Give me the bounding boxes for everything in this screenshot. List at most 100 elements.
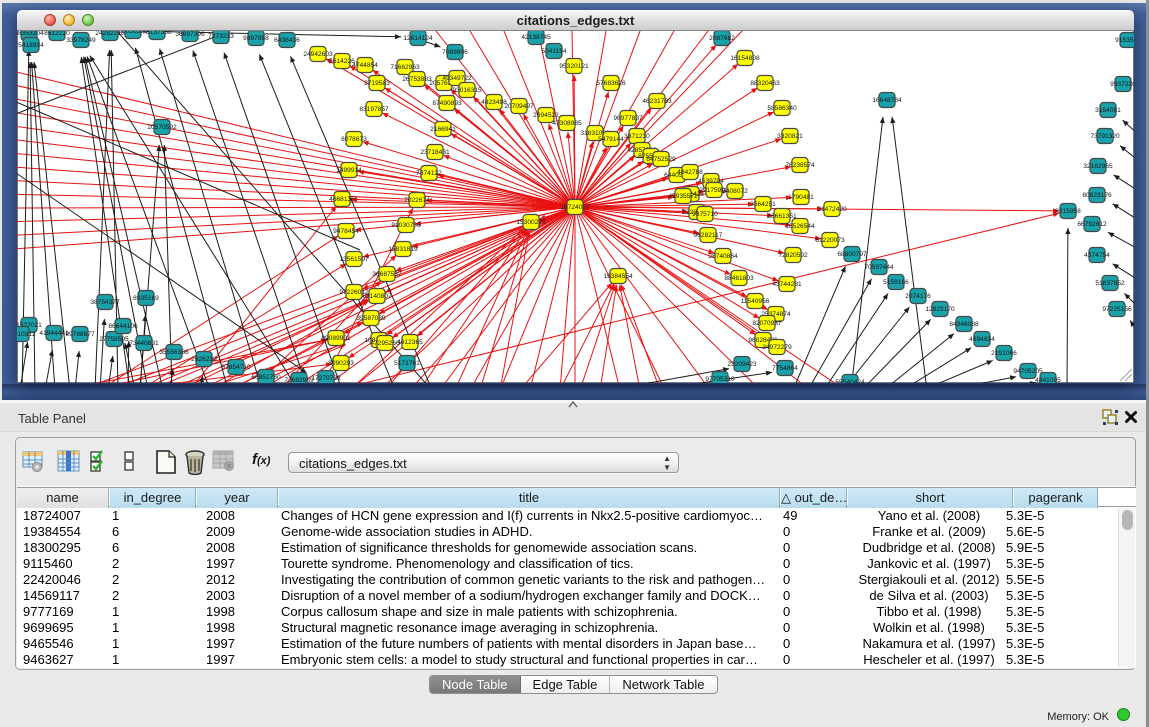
svg-text:8078673: 8078673 — [341, 136, 367, 143]
svg-text:84752529: 84752529 — [646, 156, 676, 163]
svg-text:7273233: 7273233 — [208, 33, 234, 40]
svg-text:31472420: 31472420 — [817, 206, 847, 213]
svg-text:16648784: 16648784 — [872, 97, 902, 104]
svg-text:16154808: 16154808 — [730, 55, 760, 62]
svg-text:23718431: 23718431 — [420, 149, 450, 156]
svg-text:11540956: 11540956 — [741, 298, 770, 305]
svg-text:72820592: 72820592 — [778, 252, 808, 259]
svg-text:88320463: 88320463 — [750, 80, 780, 87]
svg-text:27758595: 27758595 — [99, 336, 129, 343]
svg-text:9375710: 9375710 — [692, 211, 718, 218]
svg-text:87490893: 87490893 — [432, 100, 462, 107]
svg-text:8935169: 8935169 — [133, 295, 159, 302]
svg-text:2087682: 2087682 — [709, 35, 735, 42]
svg-text:4841005: 4841005 — [1035, 377, 1061, 383]
svg-text:4612365: 4612365 — [397, 339, 423, 346]
svg-text:2694522: 2694522 — [533, 112, 559, 119]
svg-text:4668136: 4668136 — [329, 196, 355, 203]
svg-text:57683626: 57683626 — [596, 80, 626, 87]
svg-text:20709497: 20709497 — [504, 103, 534, 110]
svg-text:12614124: 12614124 — [403, 35, 433, 42]
svg-text:67854710: 67854710 — [221, 364, 251, 371]
svg-text:93016315: 93016315 — [452, 87, 482, 94]
svg-text:9478454: 9478454 — [333, 228, 359, 235]
svg-text:47308985: 47308985 — [552, 120, 582, 127]
svg-text:19384554: 19384554 — [603, 273, 633, 280]
svg-text:2626229: 2626229 — [191, 356, 217, 363]
svg-text:73440831: 73440831 — [129, 340, 159, 347]
svg-text:39587039: 39587039 — [356, 315, 386, 322]
svg-text:70597444: 70597444 — [864, 264, 894, 271]
svg-text:45935572: 45935572 — [668, 193, 698, 200]
svg-text:76238574: 76238574 — [785, 162, 815, 169]
svg-text:5479144: 5479144 — [598, 136, 624, 143]
svg-text:46231783: 46231783 — [642, 98, 672, 105]
svg-text:15300275: 15300275 — [516, 219, 546, 226]
svg-text:5418934: 5418934 — [18, 42, 44, 49]
svg-text:4374754: 4374754 — [1084, 252, 1110, 259]
svg-text:5171761: 5171761 — [394, 360, 420, 367]
svg-text:4744854: 4744854 — [352, 62, 378, 69]
svg-text:66792612: 66792612 — [1077, 221, 1107, 228]
svg-text:2191066: 2191066 — [991, 350, 1017, 357]
svg-text:19510312: 19510312 — [17, 331, 36, 338]
svg-text:94705205: 94705205 — [1013, 368, 1043, 375]
svg-text:36687537: 36687537 — [372, 271, 402, 278]
svg-text:68353204: 68353204 — [17, 31, 44, 37]
svg-text:66851760: 66851760 — [251, 374, 281, 381]
svg-text:4823498: 4823498 — [481, 99, 507, 106]
svg-text:43744231: 43744231 — [772, 281, 802, 288]
svg-text:88461803: 88461803 — [724, 275, 754, 282]
svg-text:2719583: 2719583 — [364, 80, 390, 87]
svg-text:38754377: 38754377 — [90, 299, 120, 306]
svg-text:24942603: 24942603 — [303, 51, 333, 58]
svg-text:99788677: 99788677 — [65, 331, 95, 338]
svg-text:42138745: 42138745 — [521, 34, 551, 41]
svg-text:83197857: 83197857 — [359, 106, 389, 113]
svg-text:24972279: 24972279 — [762, 344, 792, 351]
svg-text:91030736: 91030736 — [391, 222, 421, 229]
svg-text:7022674: 7022674 — [404, 197, 430, 204]
svg-text:4842788: 4842788 — [677, 169, 703, 176]
svg-text:23209423: 23209423 — [727, 361, 757, 368]
svg-text:3564251: 3564251 — [750, 201, 776, 208]
svg-text:86644106: 86644106 — [108, 323, 138, 330]
svg-text:18526544: 18526544 — [785, 223, 815, 230]
svg-text:73791320: 73791320 — [1090, 133, 1120, 140]
svg-text:95320121: 95320121 — [559, 63, 589, 70]
svg-text:71662963: 71662963 — [390, 64, 420, 71]
svg-text:2074176: 2074176 — [905, 293, 931, 300]
svg-text:47295260: 47295260 — [370, 340, 400, 347]
svg-text:89089901: 89089901 — [321, 335, 351, 342]
svg-text:3871230: 3871230 — [624, 133, 650, 140]
svg-text:32162965: 32162965 — [1083, 163, 1113, 170]
svg-text:5159166: 5159166 — [883, 279, 909, 286]
svg-text:33978249: 33978249 — [66, 37, 96, 44]
svg-text:36697396: 36697396 — [175, 31, 205, 38]
svg-text:5408072: 5408072 — [722, 188, 748, 195]
svg-text:2166941: 2166941 — [430, 126, 456, 133]
svg-text:97705310: 97705310 — [705, 376, 735, 383]
svg-text:84346088: 84346088 — [949, 321, 979, 328]
svg-text:9153566: 9153566 — [1115, 37, 1134, 44]
svg-text:7089806: 7089806 — [442, 49, 468, 56]
svg-text:68800797: 68800797 — [837, 251, 867, 258]
svg-text:49349722: 49349722 — [442, 75, 472, 82]
svg-text:17270733: 17270733 — [311, 375, 341, 382]
svg-text:82070937: 82070937 — [752, 320, 782, 327]
svg-text:8215958: 8215958 — [1055, 208, 1081, 215]
svg-text:55540424: 55540424 — [835, 379, 865, 383]
svg-text:9897858: 9897858 — [243, 35, 269, 42]
svg-text:96977837: 96977837 — [613, 115, 643, 122]
svg-text:96282117: 96282117 — [694, 232, 723, 239]
svg-text:8090293: 8090293 — [328, 360, 354, 367]
svg-text:3320821: 3320821 — [777, 133, 803, 140]
svg-text:6438436: 6438436 — [274, 37, 300, 44]
svg-text:78137358: 78137358 — [142, 31, 172, 36]
svg-text:13561597: 13561597 — [339, 256, 369, 263]
svg-text:58586340: 58586340 — [767, 105, 797, 112]
svg-text:26753883: 26753883 — [402, 76, 432, 83]
svg-text:5041154: 5041154 — [541, 48, 567, 55]
svg-text:28740864: 28740864 — [708, 253, 738, 260]
svg-text:97225156: 97225156 — [1102, 306, 1132, 313]
